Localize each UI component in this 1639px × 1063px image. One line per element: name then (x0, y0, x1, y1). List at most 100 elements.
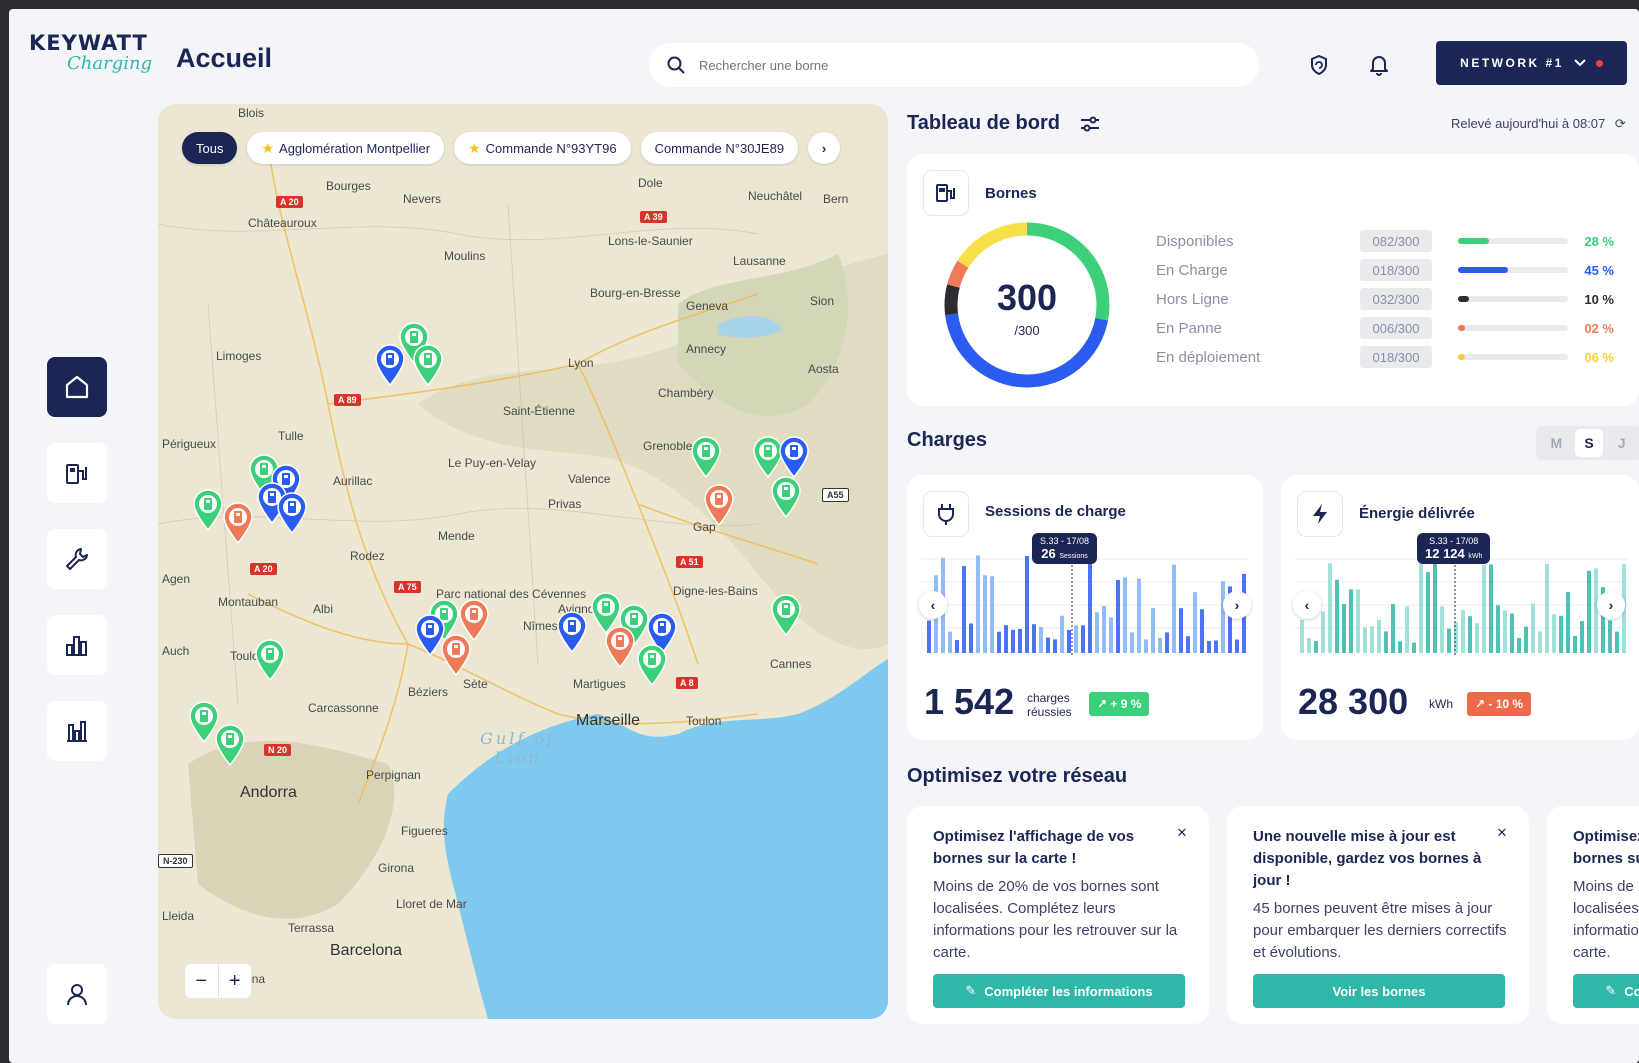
map-place-label: Châteauroux (248, 216, 317, 230)
energie-title: Énergie délivrée (1359, 505, 1475, 522)
charging-station-pin-icon[interactable] (770, 594, 802, 636)
keywatt-logo[interactable]: KEYWATT Charging (29, 31, 152, 91)
close-icon[interactable]: ✕ (1493, 824, 1511, 842)
chart-bar (1300, 619, 1304, 653)
search-bar[interactable] (649, 43, 1259, 87)
charging-station-pin-icon[interactable] (770, 476, 802, 518)
charging-station-pin-icon[interactable] (222, 502, 254, 544)
chip-label: Tous (196, 140, 224, 156)
nav-maintenance[interactable] (47, 529, 107, 589)
charging-station-pin-icon[interactable] (440, 634, 472, 676)
nav-profile[interactable] (47, 964, 107, 1024)
chart-bar (948, 631, 952, 653)
period-j[interactable]: J (1608, 429, 1636, 457)
filter-chip-montpellier[interactable]: ★ Agglomération Montpellier (247, 132, 445, 164)
charging-station-pin-icon[interactable] (374, 344, 406, 386)
road-shield: N-230 (158, 854, 193, 868)
stat-progress-bar (1458, 296, 1568, 302)
zoom-in-button[interactable]: + (219, 964, 252, 998)
chart-bar (1538, 631, 1542, 653)
charging-station-pin-icon[interactable] (276, 492, 308, 534)
map-view[interactable]: Tous ★ Agglomération Montpellier ★ Command… (158, 104, 888, 1019)
network-selector[interactable]: NETWORK #1 (1436, 41, 1627, 85)
map-place-label: Lleida (162, 909, 195, 923)
period-s[interactable]: S (1574, 429, 1603, 457)
refresh-icon[interactable]: ⟳ (1615, 116, 1626, 131)
zoom-out-button[interactable]: − (185, 964, 219, 998)
chart-bar (1179, 608, 1183, 653)
charging-station-pin-icon[interactable] (254, 639, 286, 681)
nav-statistics[interactable] (47, 615, 107, 675)
search-input[interactable] (699, 57, 1199, 73)
optimize-card-button[interactable]: Voir les bornes (1253, 974, 1505, 1008)
tooltip-unit: kWh (1468, 553, 1483, 560)
map-place-label: Albi (313, 602, 334, 616)
sync-shield-icon (1311, 54, 1327, 76)
map-background (158, 104, 888, 1019)
stat-percent: 10 % (1584, 291, 1614, 307)
stat-count: 006/300 (1360, 317, 1432, 339)
lightning-icon (1313, 504, 1327, 524)
map-place-label: Saint-Étienne (503, 404, 576, 418)
chart-bar (1349, 589, 1353, 653)
map-place-label: Le Puy-en-Velay (448, 456, 537, 470)
charging-station-pin-icon[interactable] (636, 644, 668, 686)
close-icon[interactable]: ✕ (1173, 824, 1191, 842)
filter-chip-tous[interactable]: Tous (182, 132, 238, 164)
optimize-card-button[interactable]: ✎ Compléter les informations (1573, 974, 1639, 1008)
tooltip-value: 26 (1041, 546, 1056, 561)
chart-bar (1032, 624, 1036, 653)
chart-bar (1158, 637, 1162, 653)
charging-station-pin-icon[interactable] (778, 436, 810, 478)
sessions-next-button[interactable]: › (1223, 591, 1251, 619)
chart-bar (990, 576, 994, 653)
sessions-unit: charges réussies (1027, 691, 1072, 719)
chart-bar (1447, 628, 1451, 653)
chart-bar (1109, 617, 1113, 653)
sync-button[interactable] (1301, 47, 1337, 83)
stat-progress-bar (1458, 238, 1568, 244)
network-label: NETWORK #1 (1460, 56, 1564, 70)
energie-next-button[interactable]: › (1597, 591, 1625, 619)
period-m[interactable]: M (1542, 429, 1570, 457)
map-place-label: Aurillac (333, 474, 373, 488)
road-shield: N 20 (264, 744, 292, 756)
energie-prev-button[interactable]: ‹ (1293, 591, 1321, 619)
optimize-card-button[interactable]: ✎ Compléter les informations (933, 974, 1185, 1008)
map-place-label: Sion (810, 294, 835, 308)
charging-station-pin-icon[interactable] (192, 489, 224, 531)
nav-home[interactable] (47, 357, 107, 417)
chart-bar (1130, 632, 1134, 653)
filter-chip-commande-93yt96[interactable]: ★ Commande N°93YT96 (454, 132, 631, 164)
map-place-label: Chambéry (658, 386, 714, 400)
chart-bar (1391, 604, 1395, 653)
charging-station-pin-icon[interactable] (604, 626, 636, 668)
optimize-card-body: Moins de 20% de vos bornes sont localisé… (1573, 878, 1639, 961)
sessions-bar-chart (921, 549, 1249, 655)
nav-bornes[interactable] (47, 443, 107, 503)
chart-bar (1517, 637, 1521, 653)
stat-progress-bar (1458, 267, 1568, 273)
charging-station-pin-icon[interactable] (214, 724, 246, 766)
star-icon: ★ (468, 139, 481, 156)
sessions-prev-button[interactable]: ‹ (919, 591, 947, 619)
search-icon (667, 56, 685, 74)
last-update: Relevé aujourd'hui à 08:07 ⟳ (1451, 116, 1626, 132)
filter-chip-commande-30je89[interactable]: Commande N°30JE89 (640, 132, 799, 164)
chips-next-button[interactable]: › (808, 132, 841, 164)
charging-station-pin-icon[interactable] (412, 344, 444, 386)
charging-station-pin-icon[interactable] (690, 436, 722, 478)
chart-bar (1608, 620, 1612, 653)
chevron-right-icon: › (821, 140, 827, 156)
dashboard-title-text: Tableau de bord (907, 112, 1060, 134)
filter-settings-icon[interactable] (1080, 116, 1100, 132)
charging-station-icon (66, 464, 87, 484)
notifications-button[interactable] (1361, 47, 1397, 83)
chart-bar (1573, 635, 1577, 653)
bornes-title: Bornes (985, 185, 1037, 202)
map-place-label: Martigues (573, 677, 626, 691)
nav-reports[interactable] (47, 701, 107, 761)
charging-station-pin-icon[interactable] (703, 484, 735, 526)
chart-bar (1398, 641, 1402, 653)
charging-station-pin-icon[interactable] (556, 611, 588, 653)
